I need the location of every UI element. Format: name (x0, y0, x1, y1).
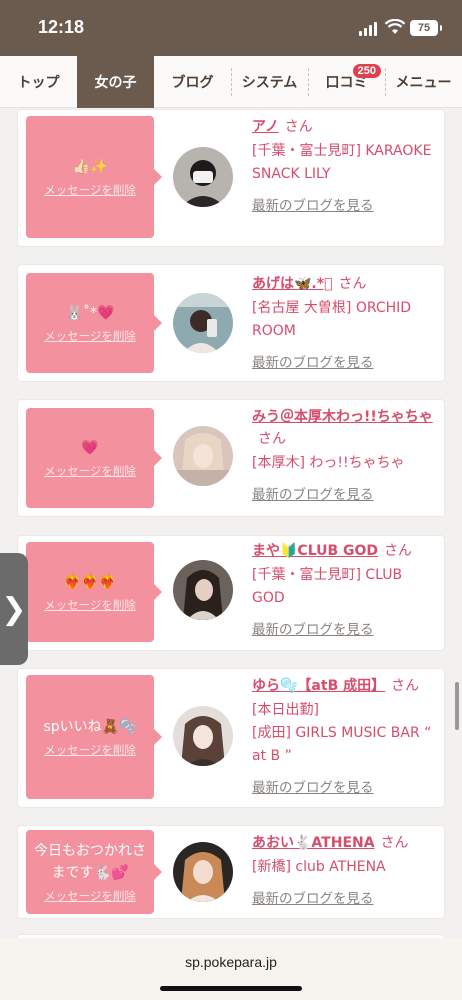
message-bubble: 💗 メッセージを削除 (26, 408, 162, 508)
message-text: 🐰˚*💗 (65, 305, 115, 321)
shop-name: [千葉・富士見町] KARAOKE SNACK LILY (252, 143, 432, 182)
delete-message-link[interactable]: メッセージを削除 (44, 463, 136, 479)
delete-message-link[interactable]: メッセージを削除 (44, 742, 136, 758)
tab-girls[interactable]: 女の子 (77, 56, 154, 108)
girl-name-link[interactable]: みう＠本厚木わっ!!ちゃちゃ (252, 409, 433, 425)
browser-url-bar[interactable]: sp.pokepara.jp (0, 938, 462, 1000)
url-text: sp.pokepara.jp (185, 954, 277, 970)
avatar[interactable] (173, 293, 233, 353)
tab-label: 女の子 (94, 75, 137, 91)
scrollbar[interactable] (455, 682, 459, 730)
girl-info: ゆら🫧【atB 成田】 さん [本日出勤] [成田] GIRLS MUSIC BA… (252, 675, 438, 796)
girl-name-link[interactable]: あげは🦋.*ﾟ (252, 276, 332, 292)
honorific: さん (380, 835, 409, 851)
delete-message-link[interactable]: メッセージを削除 (44, 888, 136, 904)
message-bubble: 👍🏻✨ メッセージを削除 (26, 116, 162, 238)
delete-message-link[interactable]: メッセージを削除 (44, 328, 136, 344)
latest-blog-link[interactable]: 最新のブログを見る (252, 776, 438, 796)
girl-name-link[interactable]: アノ (252, 119, 279, 135)
shop-name: [本日出勤] [成田] GIRLS MUSIC BAR “ at B ” (252, 702, 432, 764)
signal-icon (359, 22, 379, 36)
girl-info: あげは🦋.*ﾟ さん [名古屋 大曽根] ORCHID ROOM 最新のブログを見… (252, 273, 438, 371)
delete-message-link[interactable]: メッセージを削除 (44, 182, 136, 198)
honorific: さん (338, 276, 367, 292)
message-bubble: spいいね🧸🫧 メッセージを削除 (26, 675, 162, 799)
tab-top[interactable]: トップ (0, 56, 77, 108)
girl-info: アノ さん [千葉・富士見町] KARAOKE SNACK LILY 最新のブログ… (252, 116, 438, 214)
honorific: さん (391, 678, 420, 694)
tab-label: ブログ (171, 75, 214, 91)
honorific: さん (284, 119, 313, 135)
tab-label: システム (241, 75, 298, 91)
girl-name-link[interactable]: あおい🐇ATHENA (252, 835, 375, 851)
message-text: ❤️‍🔥❤️‍🔥❤️‍🔥 (63, 574, 117, 590)
delete-message-link[interactable]: メッセージを削除 (44, 597, 136, 613)
honorific: さん (258, 431, 286, 447)
message-card: spいいね🧸🫧 メッセージを削除 ゆら🫧【atB 成田】 さん [本日出勤] [成… (18, 669, 444, 807)
tab-label: トップ (17, 75, 60, 91)
latest-blog-link[interactable]: 最新のブログを見る (252, 351, 438, 371)
avatar[interactable] (173, 706, 233, 766)
message-card: ❤️‍🔥❤️‍🔥❤️‍🔥 メッセージを削除 まや🔰CLUB GOD さん [千葉・… (18, 536, 444, 650)
girl-name-link[interactable]: ゆら🫧【atB 成田】 (252, 678, 385, 694)
latest-blog-link[interactable]: 最新のブログを見る (252, 618, 438, 638)
latest-blog-link[interactable]: 最新のブログを見る (252, 483, 438, 503)
latest-blog-link[interactable]: 最新のブログを見る (252, 887, 438, 907)
avatar[interactable] (173, 560, 233, 620)
message-card: 💗 メッセージを削除 みう＠本厚木わっ!!ちゃちゃさん [本厚木] わっ!!ちゃ… (18, 400, 444, 516)
side-drawer-toggle[interactable]: ❯ (0, 553, 28, 665)
tab-blog[interactable]: ブログ (154, 56, 231, 108)
avatar[interactable] (173, 147, 233, 207)
latest-blog-link[interactable]: 最新のブログを見る (252, 194, 438, 214)
message-bubble: 今日もおつかれさまです🐇💕 メッセージを削除 (26, 830, 162, 914)
girl-name-link[interactable]: まや🔰CLUB GOD (252, 543, 378, 559)
shop-name: [千葉・富士見町] CLUB GOD (252, 567, 403, 606)
status-time: 12:18 (38, 17, 85, 37)
message-text: 👍🏻✨ (72, 159, 108, 175)
wifi-icon (385, 19, 405, 34)
honorific: さん (384, 543, 413, 559)
message-text: 💗 (81, 440, 99, 456)
message-text: 今日もおつかれさまです🐇💕 (34, 843, 146, 881)
girl-info: あおい🐇ATHENA さん [新橋] club ATHENA 最新のブログを見る (252, 832, 438, 907)
home-indicator (160, 986, 302, 991)
message-text: spいいね🧸🫧 (43, 719, 137, 735)
battery-icon: 75 (410, 20, 442, 36)
status-bar: 12:18 75 (0, 0, 462, 56)
message-bubble: 🐰˚*💗 メッセージを削除 (26, 273, 162, 373)
top-nav: トップ 女の子 ブログ システム 口コミ 250 メニュー (0, 56, 462, 108)
shop-name: [新橋] club ATHENA (252, 859, 386, 875)
tab-system[interactable]: システム (231, 56, 308, 108)
avatar[interactable] (173, 842, 233, 902)
review-count-badge: 250 (352, 64, 381, 78)
girl-info: みう＠本厚木わっ!!ちゃちゃさん [本厚木] わっ!!ちゃちゃ 最新のブログを見… (252, 406, 438, 503)
message-card: 今日もおつかれさまです🐇💕 メッセージを削除 あおい🐇ATHENA さん [新橋]… (18, 826, 444, 918)
girl-info: まや🔰CLUB GOD さん [千葉・富士見町] CLUB GOD 最新のブログを… (252, 540, 438, 638)
message-card: 🐰˚*💗 メッセージを削除 あげは🦋.*ﾟ さん [名古屋 大曽根] ORCHID… (18, 265, 444, 381)
message-card: 👍🏻✨ メッセージを削除 アノ さん [千葉・富士見町] KARAOKE SNAC… (18, 110, 444, 246)
chevron-right-icon: ❯ (1, 591, 27, 627)
shop-name: [名古屋 大曽根] ORCHID ROOM (252, 300, 412, 339)
avatar[interactable] (173, 426, 233, 486)
tab-label: メニュー (395, 75, 452, 91)
tab-reviews[interactable]: 口コミ 250 (308, 56, 385, 108)
message-bubble: ❤️‍🔥❤️‍🔥❤️‍🔥 メッセージを削除 (26, 542, 162, 642)
tab-menu[interactable]: メニュー (385, 56, 462, 108)
shop-name: [本厚木] わっ!!ちゃちゃ (252, 455, 405, 471)
